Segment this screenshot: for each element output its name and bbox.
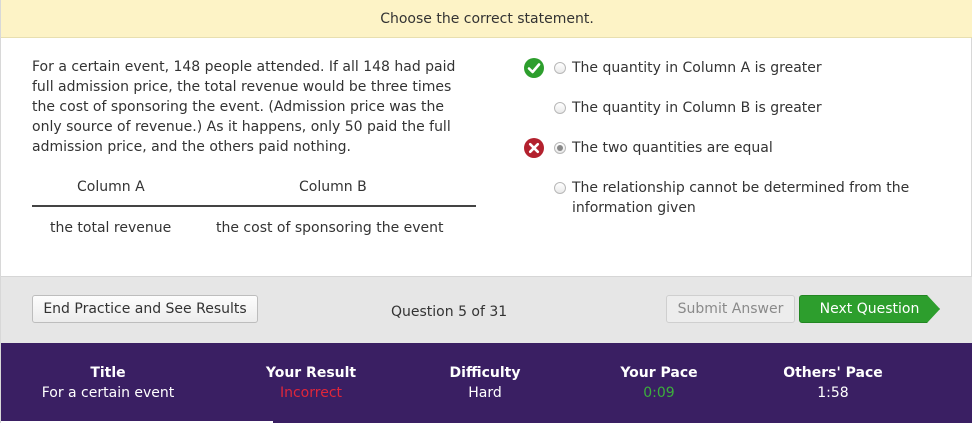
correct-check-icon bbox=[524, 58, 544, 78]
footer-your-pace-heading: Your Pace bbox=[620, 365, 698, 381]
results-footer: Title For a certain event Your Result In… bbox=[1, 343, 972, 423]
choice-c-radio[interactable] bbox=[554, 142, 566, 154]
footer-your-pace: Your Pace 0:09 bbox=[574, 363, 744, 403]
choice-b[interactable]: The quantity in Column B is greater bbox=[521, 97, 941, 137]
footer-difficulty-heading: Difficulty bbox=[449, 365, 521, 381]
column-a-value: the total revenue bbox=[50, 220, 172, 236]
action-toolbar: End Practice and See Results Question 5 … bbox=[1, 276, 972, 343]
column-a-header: Column A bbox=[77, 179, 145, 195]
footer-title-heading: Title bbox=[90, 365, 126, 381]
choice-a[interactable]: The quantity in Column A is greater bbox=[521, 57, 941, 97]
choice-a-label[interactable]: The quantity in Column A is greater bbox=[572, 58, 932, 78]
column-values-row: the total revenue the cost of sponsoring… bbox=[32, 207, 476, 251]
footer-title: Title For a certain event bbox=[23, 363, 193, 403]
practice-window: Choose the correct statement. For a cert… bbox=[0, 0, 972, 423]
footer-result: Your Result Incorrect bbox=[226, 363, 396, 403]
choice-d-label[interactable]: The relationship cannot be determined fr… bbox=[572, 178, 932, 218]
footer-your-pace-value: 0:09 bbox=[643, 385, 675, 401]
column-headers: Column A Column B bbox=[32, 177, 476, 207]
choice-d-radio[interactable] bbox=[554, 182, 566, 194]
footer-difficulty-value: Hard bbox=[468, 385, 502, 401]
end-practice-button[interactable]: End Practice and See Results bbox=[32, 295, 258, 323]
column-b-header: Column B bbox=[299, 179, 367, 195]
question-counter: Question 5 of 31 bbox=[391, 304, 508, 320]
question-pane: For a certain event, 148 people attended… bbox=[32, 57, 476, 157]
incorrect-x-icon bbox=[524, 138, 544, 158]
choice-a-radio[interactable] bbox=[554, 62, 566, 74]
choice-d[interactable]: The relationship cannot be determined fr… bbox=[521, 177, 941, 223]
next-question-button[interactable]: Next Question bbox=[799, 295, 940, 323]
choice-b-label[interactable]: The quantity in Column B is greater bbox=[572, 98, 932, 118]
footer-others-pace-value: 1:58 bbox=[817, 385, 849, 401]
footer-result-heading: Your Result bbox=[265, 365, 357, 381]
question-text: For a certain event, 148 people attended… bbox=[32, 59, 456, 155]
instruction-bar: Choose the correct statement. bbox=[1, 0, 972, 38]
choice-b-radio[interactable] bbox=[554, 102, 566, 114]
submit-answer-button[interactable]: Submit Answer bbox=[666, 295, 795, 323]
footer-difficulty: Difficulty Hard bbox=[400, 363, 570, 403]
instruction-text: Choose the correct statement. bbox=[380, 10, 594, 27]
column-comparison-table: Column A Column B the total revenue the … bbox=[32, 177, 476, 251]
footer-result-value: Incorrect bbox=[279, 385, 343, 401]
answer-choices: The quantity in Column A is greater The … bbox=[521, 57, 941, 223]
column-b-value: the cost of sponsoring the event bbox=[216, 220, 444, 236]
choice-c[interactable]: The two quantities are equal bbox=[521, 137, 941, 177]
footer-others-pace-heading: Others' Pace bbox=[783, 365, 883, 381]
choice-c-label[interactable]: The two quantities are equal bbox=[572, 138, 932, 158]
footer-others-pace: Others' Pace 1:58 bbox=[748, 363, 918, 403]
footer-title-value: For a certain event bbox=[41, 385, 175, 401]
